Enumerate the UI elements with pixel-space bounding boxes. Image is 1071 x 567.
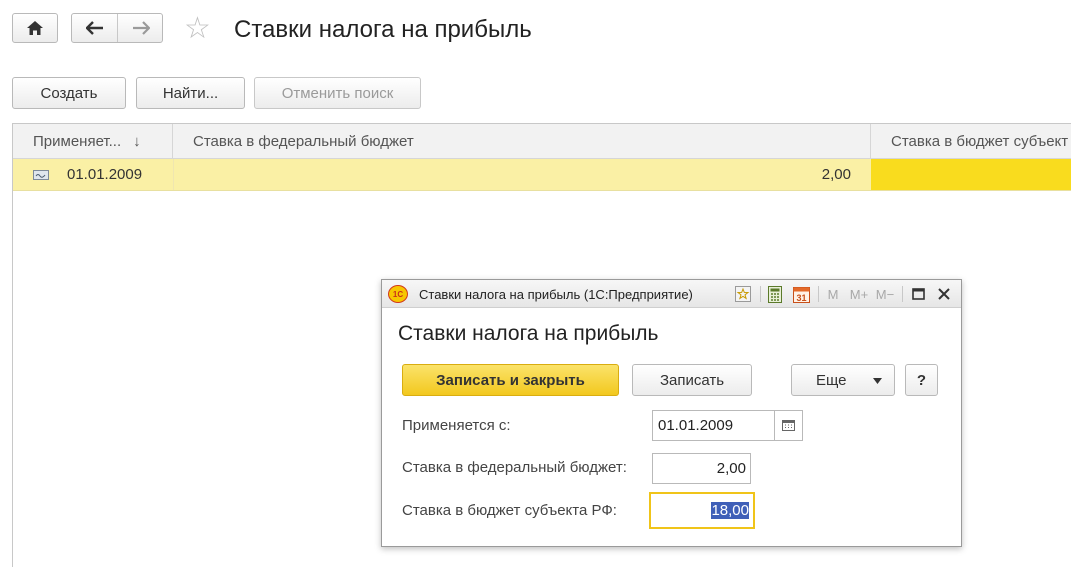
column-header-federal[interactable]: Ставка в федеральный бюджет (173, 124, 871, 158)
edit-dialog: 1С Ставки налога на прибыль (1С:Предприя… (381, 279, 962, 547)
forward-button[interactable] (118, 14, 164, 42)
federal-rate-input[interactable]: 2,00 (652, 453, 751, 484)
applies-from-label: Применяется с: (402, 417, 511, 434)
create-button[interactable]: Создать (12, 77, 126, 109)
more-menu-button[interactable]: Еще (791, 364, 895, 396)
table-header: Применяет... ↓ Ставка в федеральный бюдж… (13, 124, 1071, 159)
home-icon (13, 14, 57, 42)
cell-federal-rate[interactable]: 2,00 (173, 159, 871, 190)
dialog-titlebar[interactable]: 1С Ставки налога на прибыль (1С:Предприя… (382, 280, 961, 308)
memory-store-button[interactable]: M (823, 284, 843, 304)
table-row[interactable]: 01.01.2009 2,00 (13, 159, 1071, 191)
memory-subtract-button[interactable]: M− (873, 284, 897, 304)
cell-regional-rate[interactable] (871, 159, 1071, 190)
app-logo-icon: 1С (388, 285, 408, 303)
arrow-left-icon (85, 21, 103, 35)
memory-add-button[interactable]: M+ (847, 284, 871, 304)
record-icon (33, 169, 49, 180)
page-title: Ставки налога на прибыль (234, 16, 532, 43)
home-button[interactable] (12, 13, 58, 43)
save-and-close-button[interactable]: Записать и закрыть (402, 364, 619, 396)
calendar-icon[interactable]: 31 (791, 284, 811, 304)
regional-rate-input[interactable]: 18,00 (649, 492, 755, 529)
federal-rate-label: Ставка в федеральный бюджет: (402, 459, 627, 476)
calendar-icon (782, 420, 795, 431)
close-icon[interactable] (934, 284, 954, 304)
dialog-heading: Ставки налога на прибыль (398, 322, 659, 345)
arrow-right-icon (133, 21, 150, 35)
save-button[interactable]: Записать (632, 364, 752, 396)
find-button[interactable]: Найти... (136, 77, 245, 109)
selected-value-text: 18,00 (711, 502, 749, 519)
dialog-window-title: Ставки налога на прибыль (1С:Предприятие… (419, 286, 693, 302)
help-button[interactable]: ? (905, 364, 938, 396)
history-nav (71, 13, 163, 43)
maximize-icon[interactable] (908, 284, 928, 304)
cancel-search-button[interactable]: Отменить поиск (254, 77, 421, 109)
regional-rate-label: Ставка в бюджет субъекта РФ: (402, 502, 617, 519)
column-header-applies[interactable]: Применяет... ↓ (13, 124, 173, 158)
star-icon[interactable] (733, 284, 753, 304)
applies-from-input[interactable]: 01.01.2009 (652, 410, 803, 441)
cell-date[interactable]: 01.01.2009 (13, 159, 173, 190)
calendar-picker-button[interactable] (774, 411, 802, 440)
sort-desc-icon: ↓ (133, 132, 141, 150)
chevron-down-icon (873, 378, 882, 384)
calculator-icon[interactable] (765, 284, 785, 304)
column-header-regional[interactable]: Ставка в бюджет субъект (871, 124, 1071, 158)
star-icon[interactable]: ☆ (184, 12, 211, 46)
svg-text:31: 31 (796, 293, 806, 303)
back-button[interactable] (72, 14, 118, 42)
